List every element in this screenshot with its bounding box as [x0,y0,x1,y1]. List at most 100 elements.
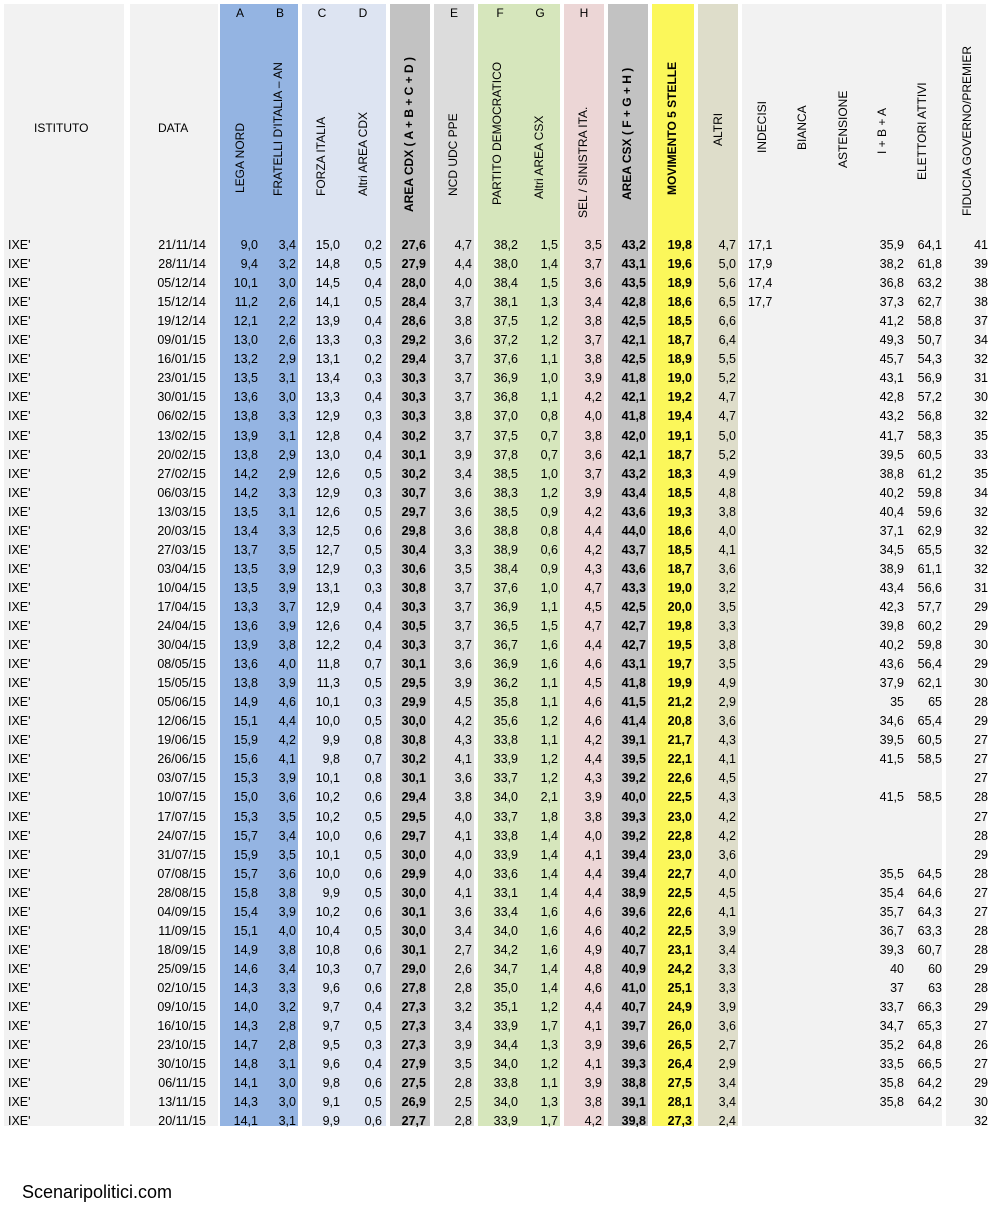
cell-fdi: 3,6 [278,790,296,805]
cell-fdi: 2,9 [278,352,296,367]
cell-altri-csx: 1,1 [540,1076,558,1091]
cell-fdi: 4,1 [278,752,296,767]
cell-fiducia: 28 [974,828,988,843]
cell-altri: 2,9 [718,1057,736,1072]
cell-lega: 15,7 [233,866,258,881]
cell-istituto: IXE' [8,771,31,786]
cell-altri-csx: 1,6 [540,942,558,957]
cell-sel: 3,5 [584,238,602,252]
cell-data: 15/05/15 [157,676,206,691]
cell-area-csx: 43,2 [621,238,646,252]
cell-elettori: 56,9 [917,371,942,386]
cell-altri-cdx: 0,5 [364,676,382,691]
cell-area-csx: 42,7 [621,638,646,653]
cell-istituto: IXE' [8,352,31,367]
header-iba: I + B + A [875,107,889,154]
cell-istituto: IXE' [8,676,31,691]
cell-sel: 4,9 [584,942,602,957]
cell-iba: 41,5 [879,790,904,805]
cell-iba: 39,3 [879,942,904,957]
cell-m5s: 23,1 [667,942,692,957]
cell-fiducia: 29 [974,619,988,633]
cell-ncd: 2,8 [454,1076,472,1091]
cell-iba: 35,9 [879,238,904,252]
cell-elettori: 66,3 [917,1000,942,1014]
cell-pd: 38,4 [493,276,518,291]
cell-altri-cdx: 0,3 [364,561,382,576]
cell-area-cdx: 30,5 [401,619,426,633]
cell-iba: 39,5 [879,733,904,748]
cell-elettori: 64,5 [917,866,942,881]
cell-ncd: 2,6 [454,961,472,976]
cell-lega: 13,9 [233,428,258,443]
cell-altri: 4,7 [718,390,736,405]
cell-lega: 13,3 [233,599,258,614]
cell-elettori: 56,8 [917,409,942,424]
cell-iba: 38,2 [879,257,904,272]
cell-iba: 35,7 [879,904,904,919]
cell-iba: 37,3 [879,295,904,310]
cell-m5s: 20,0 [667,599,692,614]
cell-elettori: 65,3 [917,1019,942,1034]
cell-area-csx: 41,5 [621,695,646,710]
cell-fi: 14,8 [315,257,340,272]
cell-pd: 35,0 [493,980,518,995]
cell-area-cdx: 29,7 [401,504,426,519]
cell-ncd: 3,6 [454,333,472,348]
cell-altri: 3,8 [718,638,736,653]
cell-lega: 15,9 [233,733,258,748]
letter-h: H [579,6,589,20]
cell-fiducia: 29 [974,599,988,614]
cell-area-cdx: 30,4 [401,542,426,557]
cell-istituto: IXE' [8,790,31,805]
cell-fdi: 2,6 [278,333,296,348]
cell-fdi: 3,1 [278,1114,296,1129]
cell-sel: 3,8 [584,1095,602,1110]
cell-fi: 9,8 [322,1076,340,1091]
cell-m5s: 26,5 [667,1038,692,1053]
cell-pd: 33,4 [493,904,518,919]
cell-altri-cdx: 0,4 [364,428,382,443]
cell-ncd: 3,6 [454,504,472,519]
cell-istituto: IXE' [8,1114,31,1129]
cell-altri-csx: 1,6 [540,904,558,919]
cell-altri-cdx: 0,6 [364,866,382,881]
cell-istituto: IXE' [8,619,31,633]
cell-fiducia: 33 [974,447,988,462]
cell-altri-csx: 1,5 [540,238,558,252]
header-istituto: ISTITUTO [34,121,89,135]
cell-istituto: IXE' [8,752,31,767]
cell-m5s: 18,7 [667,447,692,462]
cell-elettori: 64,2 [917,1076,942,1091]
cell-altri-csx: 1,3 [540,1038,558,1053]
poll-table: A B C D E F G H ISTITUTO DATA LEGA NORD … [0,0,989,1130]
header-bianca: BIANCA [795,105,809,150]
cell-lega: 13,6 [233,657,258,672]
cell-area-cdx: 29,5 [401,676,426,691]
cell-sel: 3,8 [584,352,602,367]
cell-fdi: 2,8 [278,1038,296,1053]
cell-area-cdx: 27,9 [401,1057,426,1072]
cell-lega: 11,2 [234,295,258,310]
cell-m5s: 19,8 [667,619,692,633]
cell-lega: 15,6 [233,752,258,767]
cell-lega: 14,3 [233,1095,258,1110]
cell-pd: 35,8 [493,695,518,710]
cell-altri-csx: 1,8 [540,809,558,824]
cell-altri-cdx: 0,4 [364,314,382,329]
cell-m5s: 18,6 [667,523,692,538]
cell-fi: 10,3 [315,961,340,976]
cell-pd: 33,8 [493,1076,518,1091]
cell-pd: 36,9 [493,599,518,614]
cell-area-cdx: 29,4 [401,790,426,805]
letter-c: C [317,6,327,20]
cell-altri: 6,5 [718,295,736,310]
cell-area-cdx: 30,1 [401,904,426,919]
cell-m5s: 19,2 [667,390,692,405]
cell-altri-csx: 1,5 [540,619,558,633]
cell-m5s: 27,3 [667,1114,692,1129]
cell-lega: 15,1 [233,923,258,938]
cell-ncd: 2,8 [454,980,472,995]
cell-elettori: 66,5 [917,1057,942,1072]
cell-area-csx: 42,0 [621,428,646,443]
